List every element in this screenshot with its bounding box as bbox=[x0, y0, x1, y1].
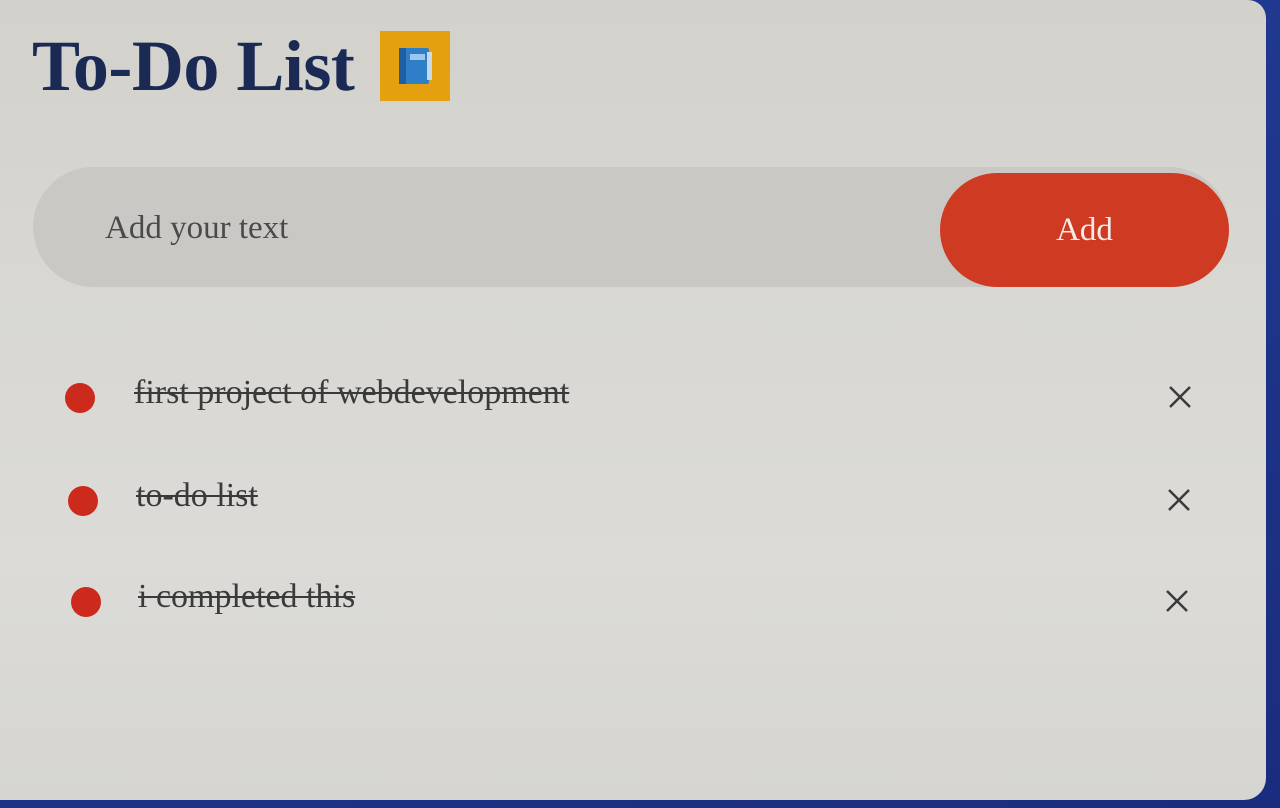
red-dot-icon bbox=[68, 486, 98, 516]
list-item[interactable]: first project of webdevelopment bbox=[0, 368, 1266, 428]
close-icon[interactable] bbox=[1164, 485, 1194, 515]
task-text[interactable]: to-do list bbox=[136, 477, 258, 515]
window-frame: To-Do List Add first project of webdevel… bbox=[0, 0, 1280, 808]
task-list: first project of webdevelopment to-do li… bbox=[0, 0, 1266, 800]
todo-card: To-Do List Add first project of webdevel… bbox=[0, 0, 1266, 800]
list-item[interactable]: i completed this bbox=[0, 572, 1266, 632]
task-text[interactable]: i completed this bbox=[138, 578, 355, 616]
list-item[interactable]: to-do list bbox=[0, 471, 1266, 531]
red-dot-icon bbox=[71, 587, 101, 617]
close-icon[interactable] bbox=[1165, 382, 1195, 412]
task-text[interactable]: first project of webdevelopment bbox=[134, 374, 569, 412]
red-dot-icon bbox=[65, 383, 95, 413]
close-icon[interactable] bbox=[1162, 586, 1192, 616]
